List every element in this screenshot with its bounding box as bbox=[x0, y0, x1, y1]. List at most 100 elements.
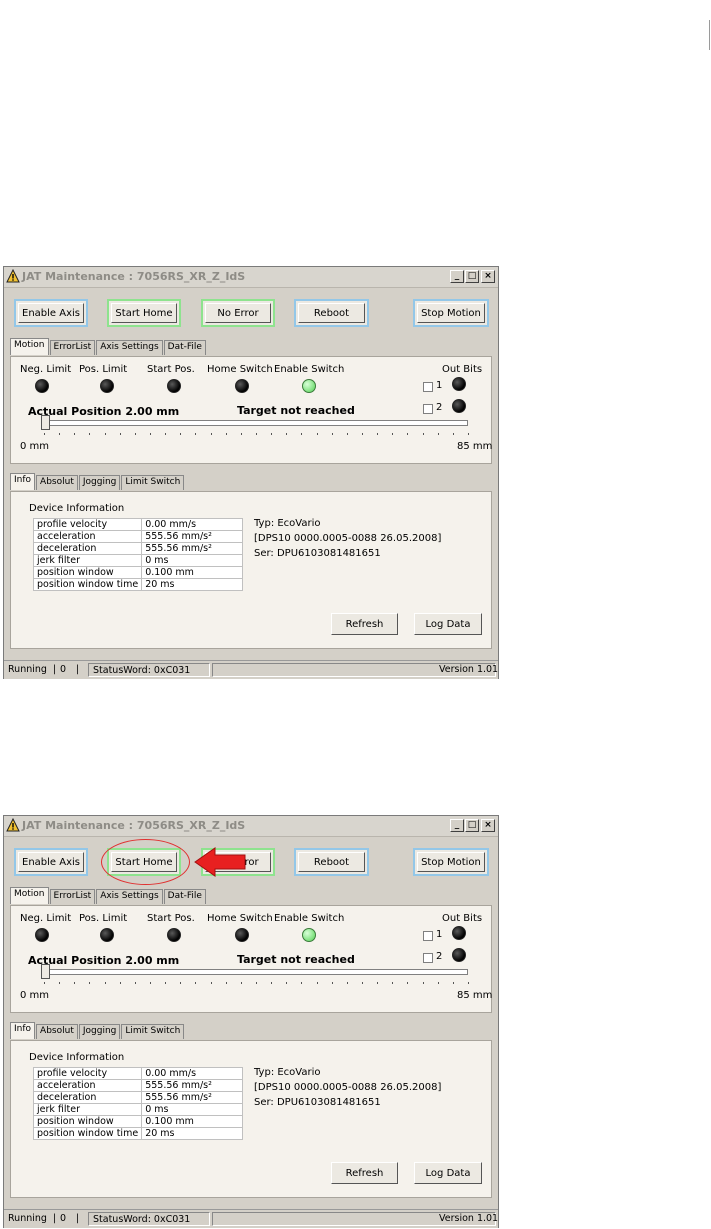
tab-axis-settings[interactable]: Axis Settings bbox=[96, 340, 163, 355]
start-pos-led bbox=[167, 928, 181, 942]
home-switch-label: Home Switch bbox=[207, 913, 273, 924]
refresh-button[interactable]: Refresh bbox=[331, 613, 398, 635]
slider-tick bbox=[362, 433, 363, 435]
tab-errorlist[interactable]: ErrorList bbox=[49, 340, 96, 355]
status-running: Running bbox=[8, 1213, 47, 1224]
param-value: 0.100 mm bbox=[141, 566, 243, 579]
tab-info[interactable]: Info bbox=[10, 473, 36, 490]
status-separator: | bbox=[53, 1213, 57, 1224]
slider-tick bbox=[331, 982, 333, 984]
out-bits-label: Out Bits bbox=[442, 913, 483, 924]
enable-axis-button[interactable]: Enable Axis bbox=[14, 299, 88, 327]
slider-tick bbox=[44, 982, 45, 984]
home-switch-led bbox=[235, 928, 249, 942]
slider-tick bbox=[422, 982, 424, 984]
device-firmware: [DPS10 0000.0005-0088 26.05.2008] bbox=[254, 1082, 442, 1093]
stop-motion-button[interactable]: Stop Motion bbox=[413, 299, 489, 327]
slider-tick bbox=[346, 433, 348, 435]
slider-tick bbox=[74, 433, 76, 435]
tab-jogging[interactable]: Jogging bbox=[78, 1024, 121, 1039]
tab-dat-file[interactable]: Dat-File bbox=[163, 889, 206, 904]
table-row: deceleration 555.56 mm/s² bbox=[32, 542, 243, 555]
slider-tick bbox=[59, 982, 61, 984]
reboot-button[interactable]: Reboot bbox=[294, 299, 369, 327]
tab-info[interactable]: Info bbox=[10, 1022, 36, 1039]
window-title: JAT Maintenance : 7056RS_XR_Z_IdS bbox=[22, 270, 246, 283]
tab-axis-settings[interactable]: Axis Settings bbox=[96, 889, 163, 904]
status-bar: Running | 0 | StatusWord: 0xC031 Version… bbox=[4, 660, 498, 679]
table-row: jerk filter 0 ms bbox=[32, 554, 243, 567]
tab-motion[interactable]: Motion bbox=[10, 338, 49, 355]
title-bar[interactable]: JAT Maintenance : 7056RS_XR_Z_IdS _ □ × bbox=[4, 816, 498, 837]
minimize-icon[interactable]: _ bbox=[450, 270, 464, 283]
maximize-icon[interactable]: □ bbox=[465, 819, 479, 832]
slider-tick bbox=[74, 982, 76, 984]
slider-tick bbox=[240, 433, 242, 435]
slider-tick bbox=[256, 982, 257, 984]
refresh-button[interactable]: Refresh bbox=[331, 1162, 398, 1184]
tab-jogging[interactable]: Jogging bbox=[78, 475, 121, 490]
target-status: Target not reached bbox=[237, 953, 355, 966]
status-count: 0 bbox=[60, 1213, 67, 1224]
position-slider-thumb[interactable] bbox=[41, 415, 50, 430]
maximize-icon[interactable]: □ bbox=[465, 270, 479, 283]
slider-tick bbox=[150, 982, 151, 984]
slider-tick bbox=[452, 982, 454, 984]
enable-axis-label: Enable Axis bbox=[18, 852, 84, 872]
title-bar[interactable]: JAT Maintenance : 7056RS_XR_Z_IdS _ □ × bbox=[4, 267, 498, 288]
param-name: deceleration bbox=[32, 1091, 143, 1104]
tab-absolut[interactable]: Absolut bbox=[36, 475, 78, 490]
slider-max-label: 85 mm bbox=[457, 990, 493, 1001]
red-arrow-icon bbox=[194, 847, 246, 877]
out-bit-2-checkbox[interactable] bbox=[423, 953, 433, 963]
start-pos-label: Start Pos. bbox=[147, 364, 195, 375]
slider-tick bbox=[301, 982, 303, 984]
position-slider-thumb[interactable] bbox=[41, 964, 50, 979]
warning-app-icon bbox=[6, 269, 20, 283]
stop-motion-button[interactable]: Stop Motion bbox=[413, 848, 489, 876]
no-error-button[interactable]: No Error bbox=[201, 299, 275, 327]
tab-errorlist[interactable]: ErrorList bbox=[49, 889, 96, 904]
target-status: Target not reached bbox=[237, 404, 355, 417]
out-bits-label: Out Bits bbox=[442, 364, 483, 375]
slider-tick bbox=[377, 982, 379, 984]
pos-limit-led bbox=[100, 928, 114, 942]
tab-limit-switch[interactable]: Limit Switch bbox=[121, 1024, 185, 1039]
close-icon[interactable]: × bbox=[481, 819, 495, 832]
slider-tick bbox=[468, 433, 469, 435]
slider-tick bbox=[210, 433, 212, 435]
close-icon[interactable]: × bbox=[481, 270, 495, 283]
slider-tick bbox=[225, 433, 227, 435]
log-data-button[interactable]: Log Data bbox=[414, 1162, 482, 1184]
neg-limit-led bbox=[35, 379, 49, 393]
enable-axis-button[interactable]: Enable Axis bbox=[14, 848, 88, 876]
device-info-table: profile velocity 0.00 mm/s acceleration 55… bbox=[32, 1067, 243, 1140]
start-home-button[interactable]: Start Home bbox=[107, 299, 181, 327]
neg-limit-led bbox=[35, 928, 49, 942]
reboot-button[interactable]: Reboot bbox=[294, 848, 369, 876]
out-bit-1-checkbox[interactable] bbox=[423, 931, 433, 941]
tab-motion[interactable]: Motion bbox=[10, 887, 49, 904]
slider-tick bbox=[468, 982, 469, 984]
slider-tick bbox=[165, 982, 167, 984]
param-name: position window bbox=[32, 566, 143, 579]
tab-dat-file[interactable]: Dat-File bbox=[163, 340, 206, 355]
slider-min-label: 0 mm bbox=[20, 441, 50, 452]
enable-switch-led bbox=[302, 379, 316, 393]
tab-absolut[interactable]: Absolut bbox=[36, 1024, 78, 1039]
log-data-button[interactable]: Log Data bbox=[414, 613, 482, 635]
enable-switch-label: Enable Switch bbox=[274, 913, 345, 924]
motion-panel: Neg. Limit Pos. Limit Start Pos. Home Sw… bbox=[10, 356, 492, 464]
out-bit-1-led bbox=[452, 926, 466, 940]
slider-tick bbox=[225, 982, 227, 984]
slider-tick bbox=[89, 433, 91, 435]
start-pos-led bbox=[167, 379, 181, 393]
slider-tick bbox=[407, 982, 409, 984]
status-count: 0 bbox=[60, 664, 67, 675]
tab-limit-switch[interactable]: Limit Switch bbox=[121, 475, 185, 490]
minimize-icon[interactable]: _ bbox=[450, 819, 464, 832]
table-row: position window 0.100 mm bbox=[32, 566, 243, 579]
bottom-tab-strip: Info Absolut Jogging Limit Switch bbox=[10, 1022, 185, 1040]
out-bit-1-checkbox[interactable] bbox=[423, 382, 433, 392]
out-bit-2-checkbox[interactable] bbox=[423, 404, 433, 414]
